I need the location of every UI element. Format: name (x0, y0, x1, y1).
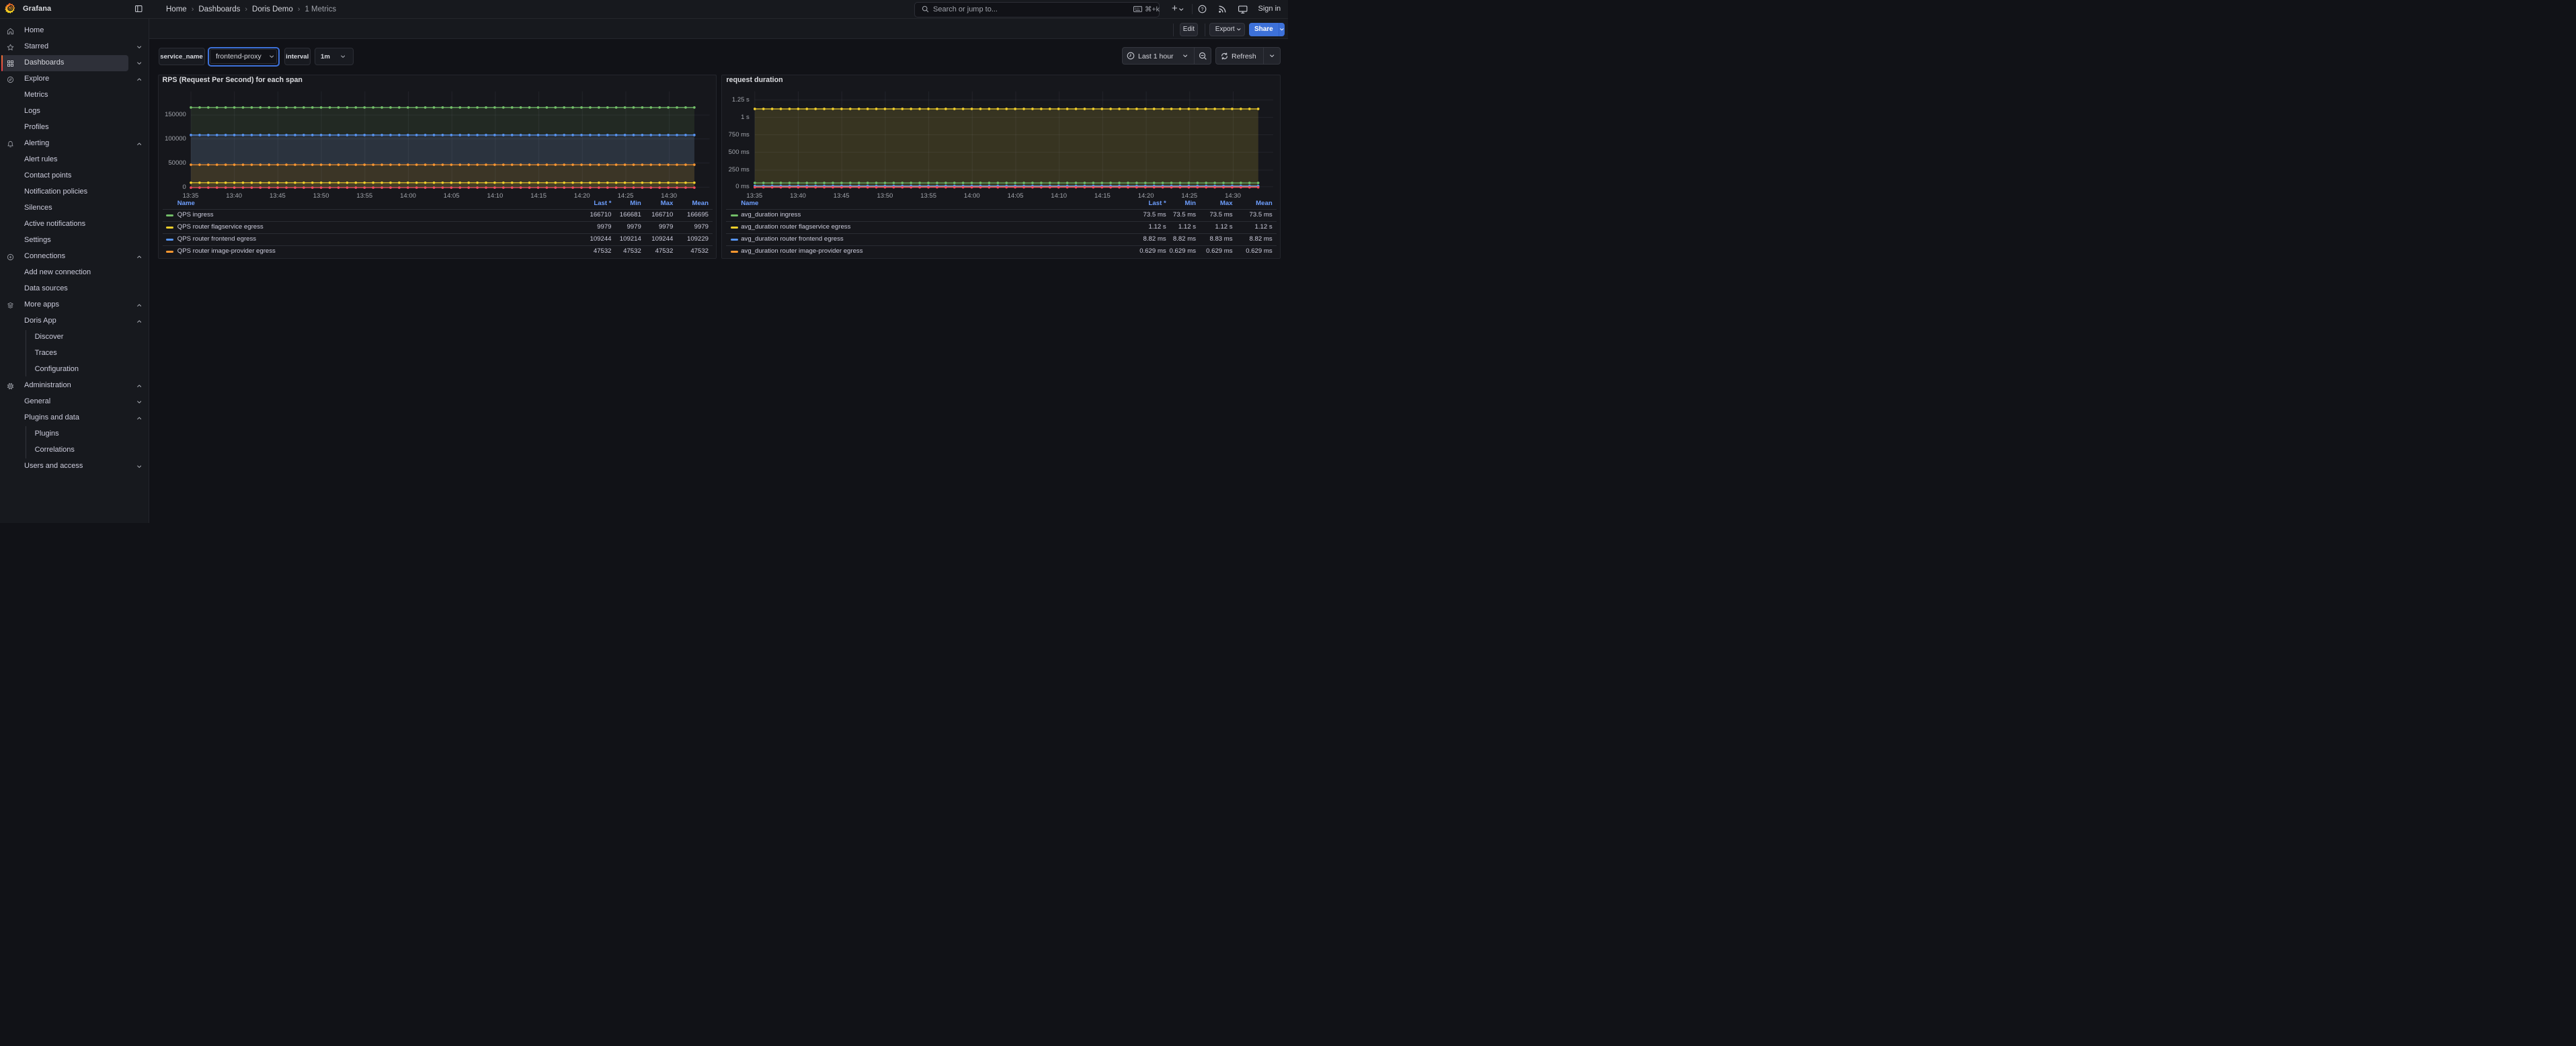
svg-text:?: ? (1201, 7, 1204, 12)
